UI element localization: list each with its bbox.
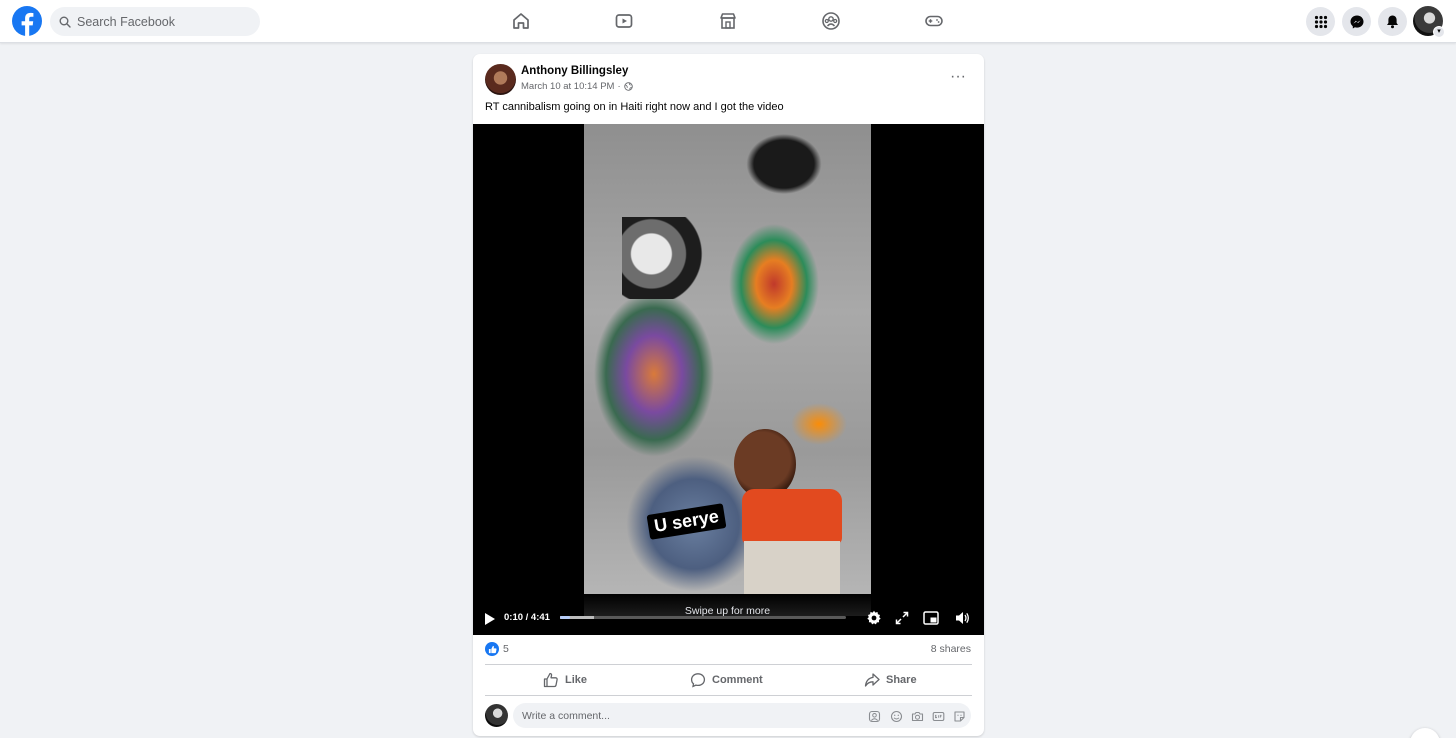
play-icon[interactable] (483, 611, 497, 627)
avatar-sticker-icon[interactable] (867, 709, 881, 723)
comment-button[interactable]: Comment (690, 669, 763, 691)
messenger-icon[interactable] (1342, 7, 1371, 36)
gif-icon[interactable] (931, 709, 945, 723)
author-avatar[interactable] (485, 64, 516, 95)
emoji-icon[interactable] (889, 709, 903, 723)
comment-composer[interactable] (513, 703, 971, 728)
share-arrow-icon (864, 673, 880, 687)
comment-bubble-icon (690, 673, 706, 688)
comment-button-label: Comment (712, 674, 763, 686)
account-chevron-down-icon[interactable]: ▾ (1433, 26, 1445, 38)
post-options-button[interactable]: ··· (945, 66, 971, 88)
camera-icon[interactable] (910, 709, 924, 723)
post-meta: March 10 at 10:14 PM · (521, 81, 633, 92)
divider (485, 664, 972, 665)
video-player[interactable]: U serye Swipe up for more 0:10 / 4:41 (473, 124, 984, 635)
sticker-icon[interactable] (952, 709, 966, 723)
account-avatar[interactable]: ▾ (1413, 6, 1445, 38)
video-progress-bar[interactable] (560, 616, 846, 619)
expand-icon[interactable] (892, 608, 912, 628)
search-icon (59, 16, 71, 28)
facebook-logo[interactable] (12, 6, 42, 36)
search-bar[interactable] (50, 7, 260, 36)
video-time: 0:10 / 4:41 (504, 612, 550, 623)
video-controls: 0:10 / 4:41 (473, 604, 984, 635)
picture-in-picture-icon[interactable] (921, 608, 941, 628)
video-buffer-fill (560, 616, 595, 619)
search-input[interactable] (77, 14, 247, 29)
watch-icon[interactable] (612, 9, 636, 33)
groups-icon[interactable] (819, 9, 843, 33)
globe-icon (623, 82, 633, 91)
post-card: Anthony Billingsley March 10 at 10:14 PM… (473, 54, 984, 736)
like-button-label: Like (565, 674, 588, 686)
share-count[interactable]: 8 shares (931, 643, 971, 655)
settings-gear-icon[interactable] (864, 608, 884, 628)
floating-action-button[interactable] (1410, 728, 1440, 738)
comment-input[interactable] (522, 707, 852, 724)
share-button[interactable]: Share (864, 669, 917, 691)
gaming-icon[interactable] (922, 9, 946, 33)
notifications-bell-icon[interactable] (1378, 7, 1407, 36)
like-reaction-icon[interactable] (485, 642, 499, 656)
like-button[interactable]: Like (543, 669, 587, 691)
menu-grid-icon[interactable] (1306, 7, 1335, 36)
thumbs-up-icon (543, 672, 558, 688)
meta-separator: · (617, 81, 621, 92)
top-navigation-bar: ▾ (0, 0, 1456, 43)
meme-sticker-child (734, 429, 844, 594)
author-name[interactable]: Anthony Billingsley (521, 65, 628, 77)
commenter-avatar[interactable] (485, 704, 508, 727)
home-icon[interactable] (509, 9, 533, 33)
share-button-label: Share (886, 674, 917, 686)
post-timestamp[interactable]: March 10 at 10:14 PM (521, 81, 614, 92)
volume-icon[interactable] (952, 608, 972, 628)
post-text: RT cannibalism going on in Haiti right n… (485, 101, 784, 113)
marketplace-icon[interactable] (716, 9, 740, 33)
reaction-count[interactable]: 5 (503, 643, 509, 655)
divider (485, 695, 972, 696)
meme-sticker-man (622, 217, 706, 299)
facebook-f-icon (21, 12, 34, 36)
video-frame[interactable] (584, 124, 871, 594)
